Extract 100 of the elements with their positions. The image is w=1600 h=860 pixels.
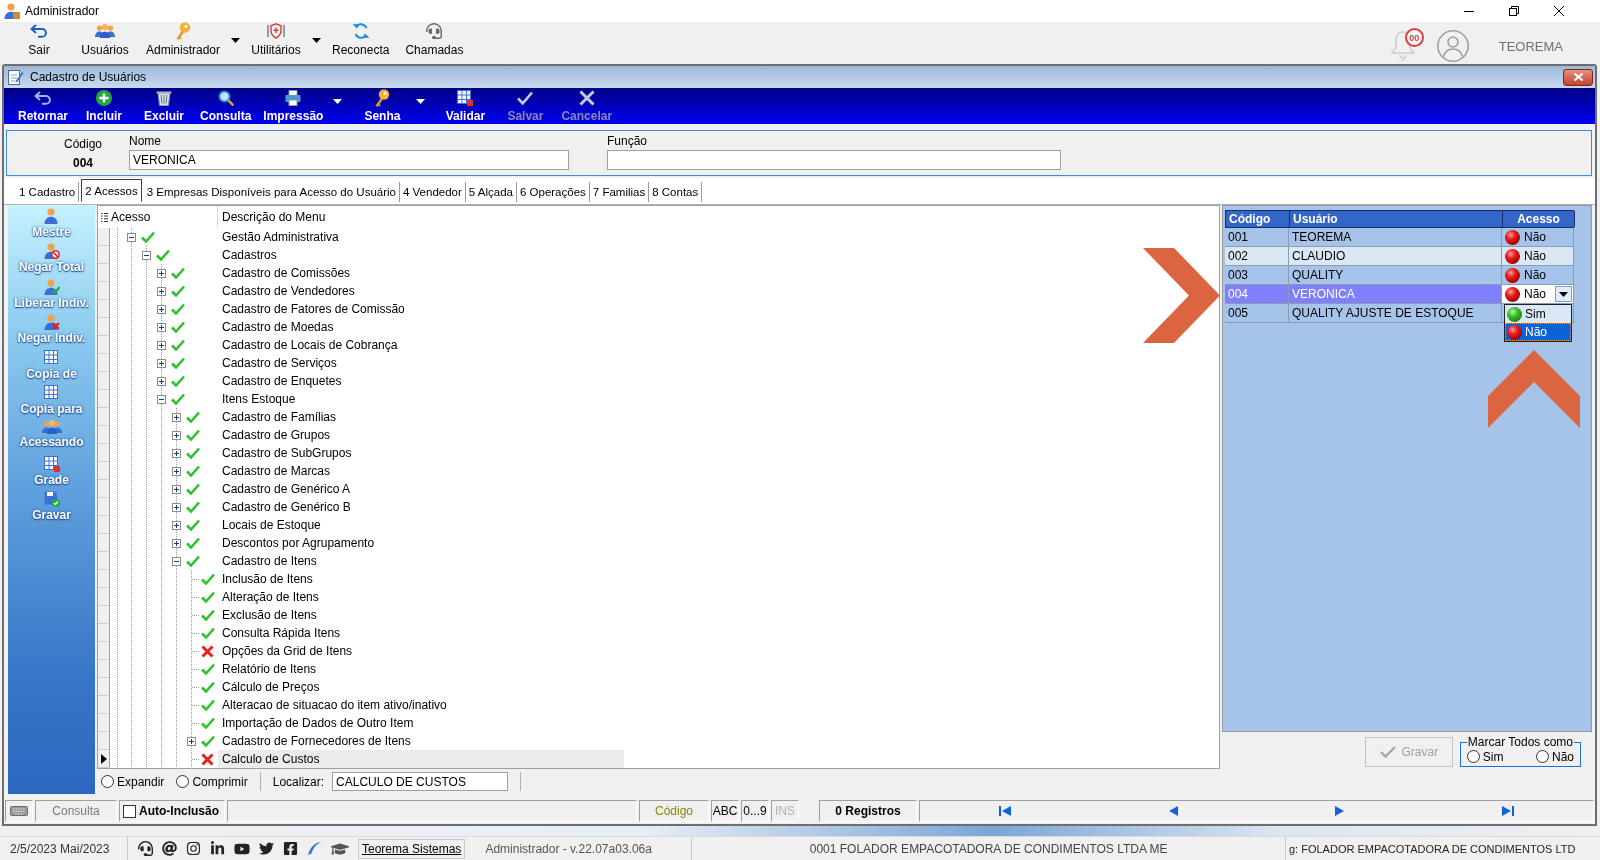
role-field[interactable] xyxy=(607,150,1061,170)
expand-toggle[interactable] xyxy=(157,322,166,332)
sort-field: Código xyxy=(639,800,709,822)
keyboard-button[interactable] xyxy=(5,800,33,822)
menu-item[interactable]: Relatório de Itens xyxy=(218,660,624,678)
toolbar-button[interactable]: Chamadas xyxy=(397,22,472,64)
auto-include-checkbox[interactable]: Auto-Inclusão xyxy=(123,804,219,818)
swoosh-logo-icon[interactable] xyxy=(307,841,322,856)
expand-toggle[interactable] xyxy=(172,538,181,548)
name-field[interactable]: VERONICA xyxy=(129,150,569,170)
menu-item[interactable]: Calculo de Custos xyxy=(218,750,624,768)
menu-item[interactable]: Consulta Rápida Itens xyxy=(218,624,624,642)
menu-item[interactable]: Opções da Grid de Itens xyxy=(218,642,624,660)
expand-toggle[interactable] xyxy=(157,268,166,278)
expand-toggle[interactable] xyxy=(172,484,181,494)
menu-item[interactable]: Cadastro de Fatores de Comissão xyxy=(218,300,624,318)
first-record-icon xyxy=(998,806,1011,816)
menu-item[interactable]: Cadastro de Comissões xyxy=(218,264,624,282)
twitter-icon[interactable] xyxy=(259,841,274,856)
menu-item[interactable]: Cadastro de Locais de Cobrança xyxy=(218,336,624,354)
expand-toggle[interactable] xyxy=(172,502,181,512)
expand-toggle[interactable] xyxy=(172,466,181,476)
close-button[interactable] xyxy=(1563,68,1593,86)
menu-item[interactable]: Itens Estoque xyxy=(218,390,624,408)
menu-item[interactable]: Locais de Estoque xyxy=(218,516,624,534)
radio-option[interactable]: Comprimir xyxy=(176,774,248,789)
menu-item[interactable]: Cadastro de Vendedores xyxy=(218,282,624,300)
expand-toggle[interactable] xyxy=(157,340,166,350)
search-field[interactable]: CALCULO DE CUSTOS xyxy=(332,772,509,791)
expand-toggle[interactable] xyxy=(157,358,166,368)
dropdown-option[interactable]: Não xyxy=(1505,323,1571,341)
menu-item[interactable]: Descontos por Agrupamento xyxy=(218,534,624,552)
grid-icon xyxy=(43,349,60,366)
menu-item[interactable]: Cadastro de Serviços xyxy=(218,354,624,372)
collapse-toggle[interactable] xyxy=(127,232,136,242)
menu-item[interactable]: Cadastro de SubGrupos xyxy=(218,444,624,462)
toolbar-button[interactable]: Usuários xyxy=(72,22,138,64)
menu-item[interactable]: Cadastro de Famílias xyxy=(218,408,624,426)
toolbar-button[interactable]: Excluir xyxy=(134,88,194,124)
minimize-icon xyxy=(1463,10,1474,12)
toolbar-button[interactable]: Administrador xyxy=(138,22,229,64)
menu-item[interactable]: Importação de Dados de Outro Item xyxy=(218,714,624,732)
column-header: Descrição do Menu xyxy=(221,210,326,224)
expand-toggle[interactable] xyxy=(172,520,181,530)
menu-item[interactable]: Cadastro de Moedas xyxy=(218,318,624,336)
menu-item[interactable]: Gestão Administrativa xyxy=(218,228,624,246)
headset-icon xyxy=(426,23,443,39)
form-title: Cadastro de Usuários xyxy=(30,70,147,84)
menu-item[interactable]: Alteracao de situacao do item ativo/inativo xyxy=(218,696,624,714)
toolbar-button[interactable]: Validar xyxy=(435,88,496,124)
dropdown-option[interactable]: Sim xyxy=(1505,305,1571,323)
close-icon xyxy=(1553,6,1564,16)
tab[interactable]: 1 Cadastro xyxy=(16,182,80,202)
facebook-icon[interactable] xyxy=(283,841,298,856)
expand-toggle[interactable] xyxy=(157,286,166,296)
toolbar-button[interactable]: Impressão xyxy=(257,88,330,124)
toolbar-button[interactable]: Consulta xyxy=(194,88,258,124)
row-pointer-icon xyxy=(100,753,107,764)
radio-option[interactable]: Expandir xyxy=(101,774,165,789)
row-header[interactable] xyxy=(98,750,110,768)
toolbar-button[interactable]: Sair xyxy=(6,22,72,64)
toolbar-button[interactable]: Senha xyxy=(352,88,413,124)
menu-item[interactable]: Exclusão de Itens xyxy=(218,606,624,624)
instagram-icon[interactable] xyxy=(186,841,201,856)
radio-option[interactable]: Não xyxy=(1536,749,1574,764)
tab[interactable]: 4 Vendedor xyxy=(400,182,466,202)
menu-item[interactable]: Cadastro de Genérico A xyxy=(218,480,624,498)
menu-item[interactable]: Cálculo de Preços xyxy=(218,678,624,696)
menu-item[interactable]: Inclusão de Itens xyxy=(218,570,624,588)
check-icon xyxy=(517,90,534,106)
menu-item[interactable]: Alteração de Itens xyxy=(218,588,624,606)
menu-item[interactable]: Cadastro de Marcas xyxy=(218,462,624,480)
expand-toggle[interactable] xyxy=(187,736,196,746)
collapse-toggle[interactable] xyxy=(172,556,181,566)
headset-icon[interactable] xyxy=(138,841,153,856)
linkedin-icon[interactable] xyxy=(210,841,225,856)
tab[interactable]: 8 Contas xyxy=(649,182,703,202)
radio-option[interactable]: Sim xyxy=(1466,749,1504,764)
menu-item[interactable]: Cadastro de Genérico B xyxy=(218,498,624,516)
menu-item[interactable]: Cadastro de Grupos xyxy=(218,426,624,444)
at-sign-icon[interactable] xyxy=(162,841,177,856)
access-dropdown[interactable]: Não xyxy=(1502,285,1574,304)
expand-toggle[interactable] xyxy=(172,412,181,422)
collapse-toggle[interactable] xyxy=(142,250,151,260)
version-label: Administrador - v.22.07a03.06a xyxy=(485,841,653,856)
expand-toggle[interactable] xyxy=(157,376,166,386)
expand-toggle[interactable] xyxy=(172,430,181,440)
toolbar-button[interactable]: Utilitários xyxy=(243,22,310,64)
toolbar-button[interactable]: Incluir xyxy=(74,88,134,124)
menu-item[interactable]: Cadastro de Fornecedores de Itens xyxy=(218,732,624,750)
tab[interactable]: 2 Acessos xyxy=(81,179,142,202)
collapse-toggle[interactable] xyxy=(157,394,166,404)
website-link[interactable]: Teorema Sistemas xyxy=(358,838,466,859)
menu-item[interactable]: Cadastro de Itens xyxy=(218,552,624,570)
expand-toggle[interactable] xyxy=(172,448,181,458)
menu-item[interactable]: Cadastro de Enquetes xyxy=(218,372,624,390)
toolbar-button[interactable]: Retornar xyxy=(12,88,74,124)
menu-item[interactable]: Cadastros xyxy=(218,246,624,264)
expand-toggle[interactable] xyxy=(157,304,166,314)
toolbar-button[interactable]: Reconecta xyxy=(324,22,398,64)
